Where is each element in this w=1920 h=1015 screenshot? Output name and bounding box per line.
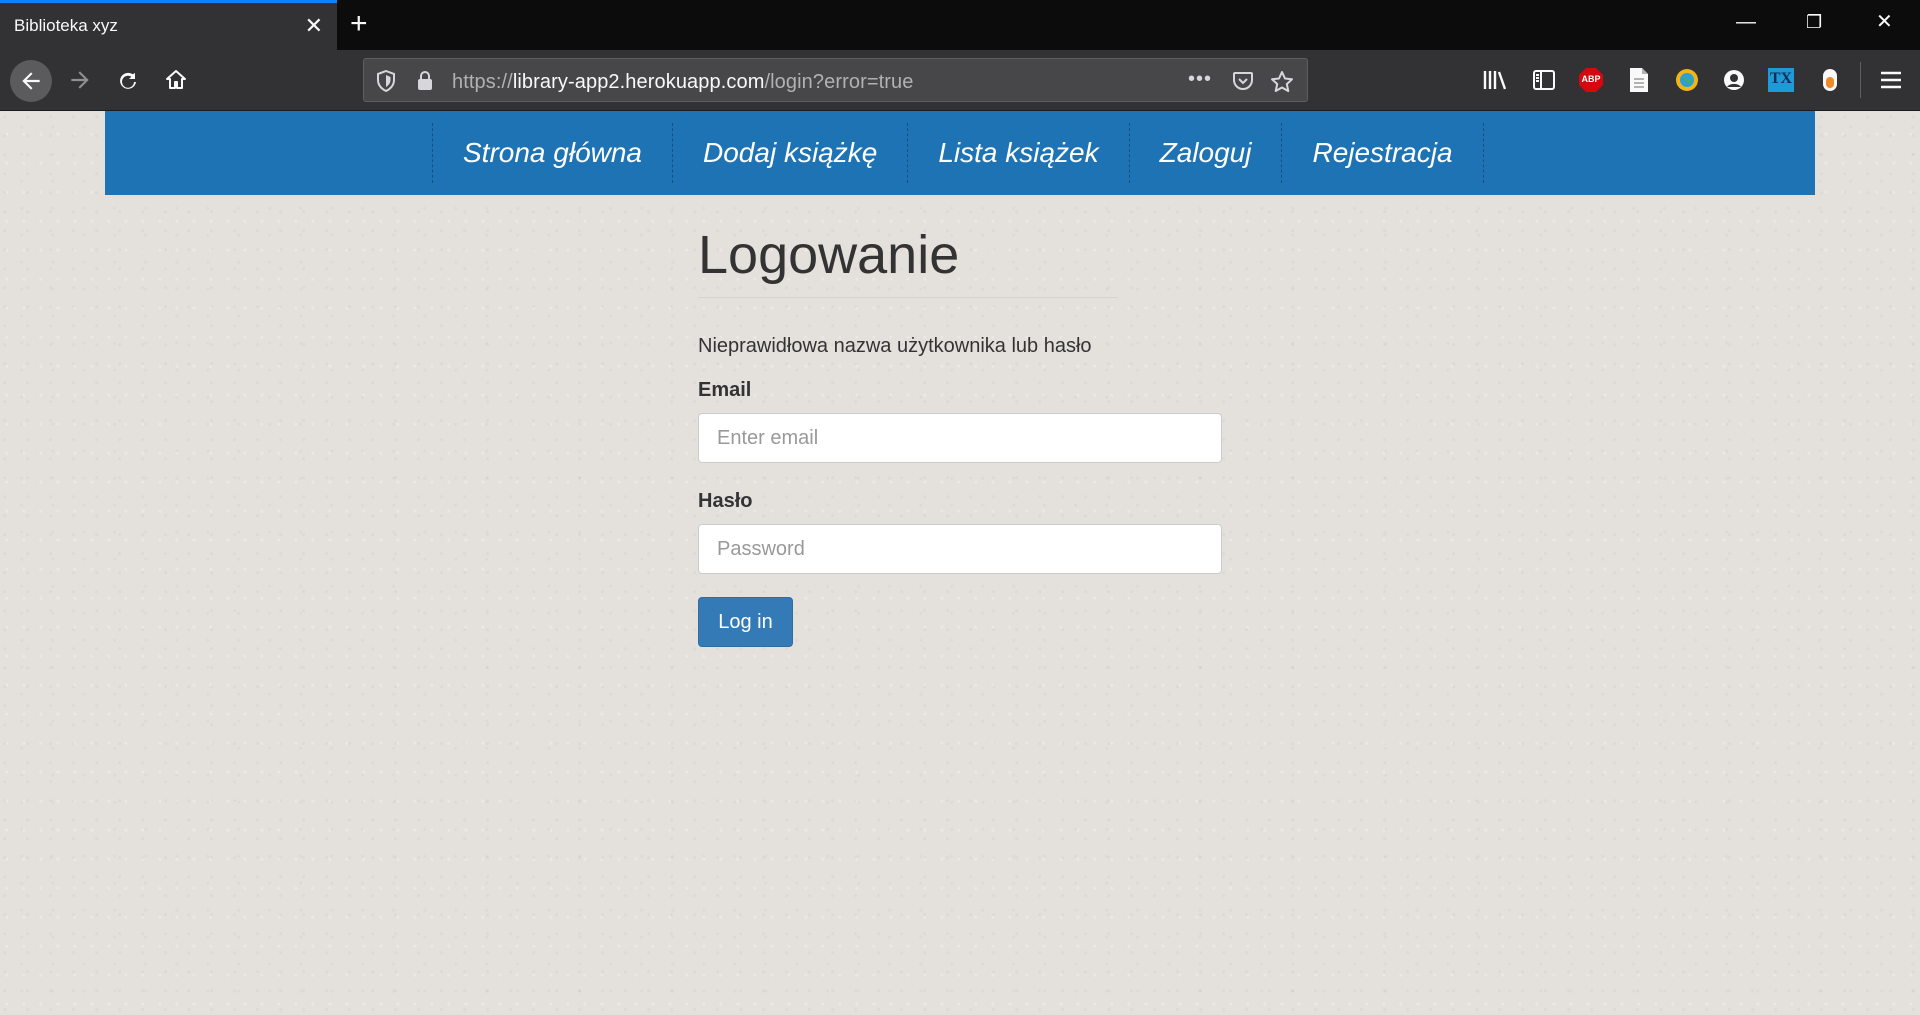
site-nav-list: Strona główna Dodaj książkę Lista książe… (432, 123, 1484, 183)
nav-link-register[interactable]: Rejestracja (1312, 137, 1452, 169)
account-icon[interactable] (1720, 66, 1748, 94)
library-icon[interactable] (1482, 66, 1510, 94)
reload-icon[interactable] (108, 60, 148, 100)
reader-document-icon[interactable] (1625, 66, 1653, 94)
tab-title: Biblioteka xyz (14, 16, 118, 35)
site-nav-item-add-book: Dodaj książkę (672, 123, 907, 183)
site-navigation: Strona główna Dodaj książkę Lista książe… (105, 111, 1815, 195)
nav-link-home[interactable]: Strona główna (463, 137, 642, 169)
sidebar-icon[interactable] (1530, 66, 1558, 94)
url-scheme: https:// (452, 71, 513, 93)
email-field[interactable] (698, 413, 1222, 463)
browser-tab-strip: Biblioteka xyz ✕ + — ❐ ✕ (0, 0, 1920, 50)
close-window-icon[interactable]: ✕ (1876, 10, 1893, 34)
browser-toolbar: https://library-app2.herokuapp.com/login… (0, 50, 1920, 111)
tx-extension-icon[interactable]: TX (1767, 66, 1795, 94)
tx-extension-label: TX (1769, 70, 1793, 87)
tab-close-icon[interactable]: ✕ (305, 14, 323, 38)
new-tab-icon[interactable]: + (350, 8, 368, 40)
email-label: Email (698, 379, 752, 401)
title-divider (698, 297, 1118, 298)
globe-extension-icon[interactable] (1673, 66, 1701, 94)
toolbar-separator (1860, 62, 1861, 98)
browser-tab-active[interactable]: Biblioteka xyz ✕ (0, 0, 337, 50)
adblock-plus-icon[interactable]: ABP (1577, 66, 1605, 94)
page-actions-icon[interactable]: ••• (1188, 68, 1212, 91)
site-nav-item-book-list: Lista książek (907, 123, 1128, 183)
adblock-plus-label: ABP (1581, 74, 1601, 84)
login-error-message: Nieprawidłowa nazwa użytkownika lub hasł… (698, 335, 1092, 357)
nav-link-book-list[interactable]: Lista książek (938, 137, 1098, 169)
password-label: Hasło (698, 490, 753, 512)
nav-link-login[interactable]: Zaloguj (1160, 137, 1252, 169)
orange-extension-icon[interactable] (1816, 66, 1844, 94)
page-body: Strona główna Dodaj książkę Lista książe… (0, 111, 1920, 1015)
page-title: Logowanie (698, 225, 960, 285)
hamburger-menu-icon[interactable] (1877, 66, 1905, 94)
url-path: /login?error=true (764, 71, 914, 93)
forward-arrow-icon[interactable] (60, 60, 100, 100)
password-field[interactable] (698, 524, 1222, 574)
address-bar[interactable]: https://library-app2.herokuapp.com/login… (363, 58, 1308, 102)
lock-icon[interactable] (416, 70, 434, 97)
home-icon[interactable] (156, 60, 196, 100)
bookmark-star-icon[interactable] (1270, 70, 1294, 99)
url-host: library-app2.herokuapp.com (512, 71, 765, 93)
tracking-shield-icon[interactable] (376, 69, 396, 97)
url-text[interactable]: https://library-app2.herokuapp.com/login… (452, 71, 913, 94)
nav-link-add-book[interactable]: Dodaj książkę (703, 137, 877, 169)
site-nav-item-register: Rejestracja (1281, 123, 1484, 183)
site-nav-item-login: Zaloguj (1128, 123, 1282, 183)
restore-icon[interactable]: ❐ (1806, 10, 1822, 34)
back-arrow-icon[interactable] (10, 60, 52, 102)
minimize-icon[interactable]: — (1736, 10, 1756, 34)
login-button[interactable]: Log in (698, 597, 793, 647)
pocket-icon[interactable] (1232, 70, 1254, 97)
site-nav-item-home: Strona główna (432, 123, 672, 183)
